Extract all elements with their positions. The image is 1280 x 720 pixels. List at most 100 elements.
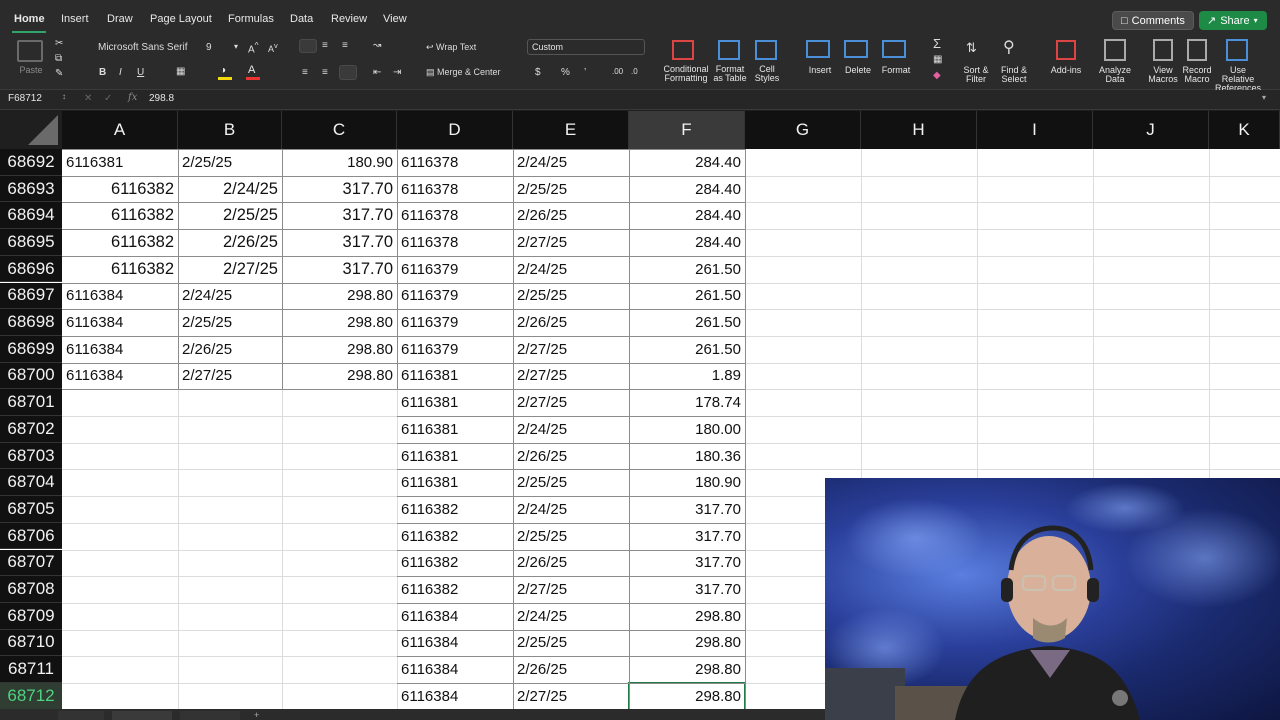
- increase-indent-icon[interactable]: ⇥: [393, 67, 401, 78]
- cell-c-68696[interactable]: 317.70: [283, 256, 396, 283]
- tab-page-layout[interactable]: Page Layout: [150, 13, 212, 25]
- row-header[interactable]: 68705: [0, 496, 62, 523]
- cell-b-68699[interactable]: 2/26/25: [179, 336, 281, 363]
- cell-a-68701[interactable]: [63, 389, 177, 416]
- sheet-tab[interactable]: [180, 711, 240, 720]
- cell-a-68711[interactable]: [63, 656, 177, 683]
- cell-c-68705[interactable]: [283, 496, 396, 523]
- cell-b-68702[interactable]: [179, 416, 281, 443]
- cell-b-68706[interactable]: [179, 523, 281, 550]
- tab-data[interactable]: Data: [290, 13, 313, 25]
- cell-d-68707[interactable]: 6116382: [398, 550, 512, 577]
- row-header[interactable]: 68712: [0, 683, 62, 709]
- relative-references-label[interactable]: Use Relative References: [1213, 66, 1263, 93]
- cell-e-68697[interactable]: 2/25/25: [514, 283, 628, 310]
- cell-b-68698[interactable]: 2/25/25: [179, 309, 281, 336]
- cell-e-68712[interactable]: 2/27/25: [514, 683, 628, 709]
- column-header-j[interactable]: J: [1093, 111, 1209, 149]
- cell-f-68700[interactable]: 1.89: [630, 363, 744, 390]
- cell-b-68705[interactable]: [179, 496, 281, 523]
- decrease-decimal-icon[interactable]: .0: [631, 67, 638, 76]
- row-header[interactable]: 68701: [0, 389, 62, 416]
- cell-c-68699[interactable]: 298.80: [283, 336, 396, 363]
- align-middle-icon[interactable]: ≡: [322, 40, 328, 51]
- cell-a-68709[interactable]: [63, 603, 177, 630]
- cell-c-68707[interactable]: [283, 550, 396, 577]
- cell-e-68698[interactable]: 2/26/25: [514, 309, 628, 336]
- cell-c-68693[interactable]: 317.70: [283, 176, 396, 203]
- cell-styles-label[interactable]: Cell Styles: [752, 65, 782, 83]
- cell-c-68704[interactable]: [283, 469, 396, 496]
- cell-c-68698[interactable]: 298.80: [283, 309, 396, 336]
- column-header-i[interactable]: I: [977, 111, 1093, 149]
- format-as-table-icon[interactable]: [718, 40, 740, 60]
- cell-d-68708[interactable]: 6116382: [398, 576, 512, 603]
- column-header-f[interactable]: F: [629, 111, 745, 149]
- number-format-select[interactable]: Custom: [527, 39, 645, 55]
- font-color-icon[interactable]: A: [246, 64, 260, 80]
- delete-cells-label[interactable]: Delete: [842, 66, 874, 75]
- increase-font-icon[interactable]: A^: [248, 40, 259, 55]
- cell-f-68697[interactable]: 261.50: [630, 283, 744, 310]
- cell-e-68694[interactable]: 2/26/25: [514, 202, 628, 229]
- cell-b-68694[interactable]: 2/25/25: [179, 202, 281, 229]
- cell-c-68708[interactable]: [283, 576, 396, 603]
- row-header[interactable]: 68699: [0, 335, 62, 363]
- cell-b-68703[interactable]: [179, 443, 281, 470]
- cell-f-68704[interactable]: 180.90: [630, 469, 744, 496]
- cell-a-68708[interactable]: [63, 576, 177, 603]
- relative-references-icon[interactable]: [1226, 39, 1248, 61]
- cell-f-68709[interactable]: 298.80: [630, 603, 744, 630]
- search-icon[interactable]: ⚲: [1003, 37, 1015, 57]
- cell-e-68693[interactable]: 2/25/25: [514, 176, 628, 203]
- row-header[interactable]: 68702: [0, 416, 62, 443]
- cell-a-68706[interactable]: [63, 523, 177, 550]
- format-cells-icon[interactable]: [882, 40, 906, 58]
- column-header-g[interactable]: G: [745, 111, 861, 149]
- row-header[interactable]: 68700: [0, 362, 62, 390]
- cell-c-68694[interactable]: 317.70: [283, 202, 396, 229]
- record-macro-icon[interactable]: [1187, 39, 1207, 61]
- tab-home[interactable]: Home: [14, 13, 45, 25]
- cell-f-68705[interactable]: 317.70: [630, 496, 744, 523]
- chevron-down-icon[interactable]: ↕: [62, 92, 66, 101]
- cell-f-68710[interactable]: 298.80: [630, 630, 744, 657]
- cell-d-68696[interactable]: 6116379: [398, 256, 512, 283]
- cell-c-68697[interactable]: 298.80: [283, 283, 396, 310]
- font-name-select[interactable]: Microsoft Sans Serif: [98, 42, 187, 53]
- cell-d-68712[interactable]: 6116384: [398, 683, 512, 709]
- column-header-a[interactable]: A: [62, 111, 178, 149]
- borders-icon[interactable]: ▦: [176, 66, 185, 77]
- cell-b-68693[interactable]: 2/24/25: [179, 176, 281, 203]
- cancel-icon[interactable]: ✕: [84, 93, 92, 104]
- bold-button[interactable]: B: [99, 67, 106, 78]
- cell-b-68708[interactable]: [179, 576, 281, 603]
- sort-filter-icon[interactable]: ⇅: [966, 40, 977, 56]
- cell-d-68698[interactable]: 6116379: [398, 309, 512, 336]
- sort-filter-label[interactable]: Sort & Filter: [961, 66, 991, 84]
- column-header-c[interactable]: C: [282, 111, 397, 149]
- row-header[interactable]: 68704: [0, 469, 62, 497]
- cell-d-68702[interactable]: 6116381: [398, 416, 512, 443]
- cell-d-68701[interactable]: 6116381: [398, 389, 512, 416]
- share-button[interactable]: ↗ Share ▾: [1199, 11, 1267, 30]
- cell-e-68701[interactable]: 2/27/25: [514, 389, 628, 416]
- cell-f-68707[interactable]: 317.70: [630, 550, 744, 577]
- row-header[interactable]: 68703: [0, 442, 62, 470]
- cell-e-68702[interactable]: 2/24/25: [514, 416, 628, 443]
- row-header[interactable]: 68698: [0, 309, 62, 336]
- row-header[interactable]: 68709: [0, 602, 62, 630]
- chevron-down-icon[interactable]: ▾: [1262, 93, 1266, 102]
- cell-e-68692[interactable]: 2/24/25: [514, 149, 628, 176]
- tab-draw[interactable]: Draw: [107, 13, 133, 25]
- view-macros-icon[interactable]: [1153, 39, 1173, 61]
- format-cells-label[interactable]: Format: [878, 66, 914, 75]
- decrease-indent-icon[interactable]: ⇤: [373, 67, 381, 78]
- percent-button[interactable]: %: [561, 67, 570, 78]
- orientation-icon[interactable]: ↝: [373, 40, 381, 51]
- cell-d-68694[interactable]: 6116378: [398, 202, 512, 229]
- cell-a-68694[interactable]: 6116382: [63, 202, 177, 229]
- cell-a-68705[interactable]: [63, 496, 177, 523]
- cell-a-68712[interactable]: [63, 683, 177, 709]
- font-size-select[interactable]: 9: [206, 42, 212, 53]
